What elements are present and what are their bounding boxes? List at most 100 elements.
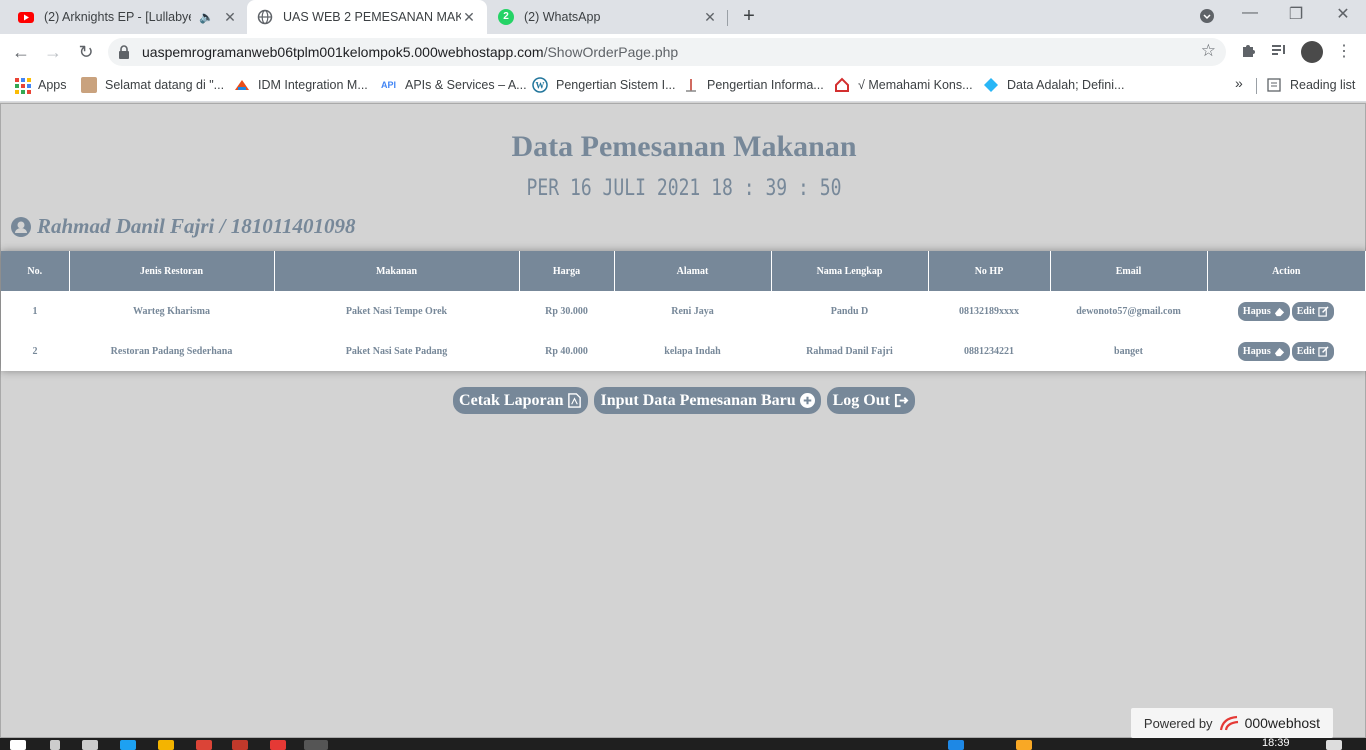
new-tab-button[interactable]: + — [737, 5, 761, 29]
header-makanan: Makanan — [274, 251, 520, 291]
header-no-hp: No HP — [928, 251, 1051, 291]
cell-action: Hapus Edit — [1207, 331, 1365, 371]
edit-icon — [1318, 345, 1329, 357]
tab-title: UAS WEB 2 PEMESANAN MAKAN — [283, 10, 461, 24]
user-name: Rahmad Danil Fajri / 181011401098 — [37, 214, 356, 238]
windows-start-icon[interactable] — [10, 740, 26, 750]
bookmark-apis[interactable]: API APIs & Services – A... — [381, 77, 527, 93]
home-icon — [835, 77, 849, 92]
bookmarks-separator — [1256, 78, 1257, 94]
search-icon[interactable] — [50, 740, 60, 750]
header-nama-lengkap: Nama Lengkap — [771, 251, 929, 291]
reading-list-label: Reading list — [1290, 78, 1356, 92]
table-row: 1 Warteg Kharisma Paket Nasi Tempe Orek … — [1, 291, 1365, 331]
pdf-file-icon — [568, 393, 582, 408]
cell-hp: 08132189xxxx — [959, 305, 1019, 317]
extensions-icon[interactable] — [1238, 42, 1258, 62]
cell-nama: Pandu D — [830, 305, 869, 317]
speaker-icon[interactable]: 🔈 — [199, 10, 214, 24]
restore-button[interactable]: ❐ — [1286, 4, 1306, 24]
youtube-icon — [18, 12, 34, 23]
page-title: Data Pemesanan Makanan — [511, 130, 857, 163]
tab-search-icon[interactable] — [1197, 8, 1217, 29]
person-icon — [81, 77, 97, 93]
notifications-icon[interactable] — [1326, 740, 1342, 750]
hapus-button[interactable]: Hapus — [1237, 341, 1290, 361]
logout-label: Log Out — [832, 391, 890, 409]
cell-alamat: kelapa Indah — [664, 345, 721, 357]
chrome-menu-icon[interactable]: ⋮ — [1334, 42, 1354, 62]
task-view-icon[interactable] — [82, 740, 98, 750]
page-content: Data Pemesanan Makanan PER 16 JULI 2021 … — [0, 103, 1366, 738]
bookmarks-bar: Apps Selamat datang di "... IDM Integrat… — [0, 70, 1366, 102]
close-tab-icon[interactable]: ✕ — [702, 9, 718, 26]
taskbar-clock: 18:39 — [1262, 738, 1290, 749]
whatsapp-icon: 2 — [498, 9, 514, 25]
forward-button[interactable]: → — [41, 40, 65, 64]
bookmark-pengertian-informa[interactable]: Pengertian Informa... — [683, 77, 824, 93]
bookmark-memahami[interactable]: √ Memahami Kons... — [834, 77, 973, 93]
weather-icon[interactable] — [1016, 740, 1032, 750]
tab-uas-web[interactable]: UAS WEB 2 PEMESANAN MAKAN ✕ — [247, 0, 487, 34]
tab-separator — [727, 10, 728, 26]
cell-nama: Rahmad Danil Fajri — [806, 345, 893, 357]
bookmark-star-icon[interactable]: ☆ — [1201, 41, 1216, 61]
plus-circle-icon — [799, 393, 815, 408]
bookmark-label: IDM Integration M... — [258, 78, 368, 92]
cetak-laporan-button[interactable]: Cetak Laporan — [453, 387, 589, 414]
tab-whatsapp[interactable]: 2 (2) WhatsApp ✕ — [488, 0, 728, 34]
bookmark-label: √ Memahami Kons... — [858, 78, 973, 92]
back-button[interactable]: ← — [9, 40, 33, 64]
cetak-laporan-label: Cetak Laporan — [459, 391, 564, 409]
diamond-icon — [984, 78, 998, 92]
edit-label: Edit — [1296, 305, 1316, 317]
reload-button[interactable]: ↻ — [74, 40, 98, 64]
app-taskbar-icon[interactable] — [232, 740, 248, 750]
edit-icon — [1318, 305, 1329, 317]
edit-label: Edit — [1296, 345, 1316, 357]
close-window-button[interactable]: ✕ — [1333, 4, 1353, 24]
user-info: Rahmad Danil Fajri / 181011401098 — [11, 214, 356, 239]
powered-by-brand: 000webhost — [1244, 715, 1321, 731]
url-host: uaspemrogramanweb06tplm001kelompok5.000w… — [142, 44, 544, 60]
cell-alamat: Reni Jaya — [671, 305, 714, 317]
edge-icon[interactable] — [120, 740, 136, 750]
powered-by-label: Powered by — [1143, 715, 1213, 731]
cell-harga: Rp 40.000 — [545, 345, 588, 357]
clock-display: PER 16 JULI 2021 18 : 39 : 50 — [526, 176, 842, 201]
bookmarks-overflow-button[interactable]: » — [1235, 75, 1243, 91]
idm-icon — [235, 80, 249, 90]
file-explorer-icon[interactable] — [158, 740, 174, 750]
chrome-taskbar-icon[interactable] — [196, 740, 212, 750]
bookmark-pengertian-sistem[interactable]: W Pengertian Sistem I... — [532, 77, 676, 93]
input-pemesanan-button[interactable]: Input Data Pemesanan Baru — [594, 387, 821, 414]
tray-app-icon[interactable] — [948, 740, 964, 750]
pdf-taskbar-icon[interactable] — [270, 740, 286, 750]
hapus-button[interactable]: Hapus — [1237, 301, 1290, 321]
url-text: uaspemrogramanweb06tplm001kelompok5.000w… — [142, 44, 678, 60]
bookmark-data-adalah[interactable]: Data Adalah; Defini... — [983, 77, 1124, 93]
scale-icon — [686, 79, 696, 92]
media-control-icon[interactable] — [1269, 42, 1289, 62]
close-tab-icon[interactable]: ✕ — [461, 9, 477, 26]
edit-button[interactable]: Edit — [1291, 341, 1335, 361]
minimize-button[interactable]: — — [1240, 4, 1260, 22]
reading-list-button[interactable]: Reading list — [1266, 77, 1355, 93]
bookmark-idm[interactable]: IDM Integration M... — [234, 77, 368, 93]
eraser-icon — [1274, 307, 1284, 316]
reading-list-icon — [1267, 78, 1281, 92]
cell-no: 1 — [32, 305, 38, 317]
close-tab-icon[interactable]: ✕ — [222, 9, 238, 26]
cell-restoran: Warteg Kharisma — [133, 305, 210, 317]
bookmark-selamat-datang[interactable]: Selamat datang di "... — [81, 77, 224, 93]
active-app-taskbar-icon[interactable] — [304, 740, 328, 750]
logout-button[interactable]: Log Out — [826, 387, 915, 414]
lock-icon[interactable] — [118, 45, 130, 59]
edit-button[interactable]: Edit — [1291, 301, 1335, 321]
profile-avatar[interactable] — [1301, 41, 1323, 63]
address-bar[interactable]: uaspemrogramanweb06tplm001kelompok5.000w… — [108, 38, 1226, 66]
eraser-icon — [1274, 347, 1284, 356]
powered-by-badge[interactable]: Powered by 000webhost — [1131, 708, 1333, 738]
bookmark-apps[interactable]: Apps — [14, 77, 67, 94]
tab-arknights[interactable]: (2) Arknights EP - [Lullabye] 🔈 ✕ — [8, 0, 248, 34]
